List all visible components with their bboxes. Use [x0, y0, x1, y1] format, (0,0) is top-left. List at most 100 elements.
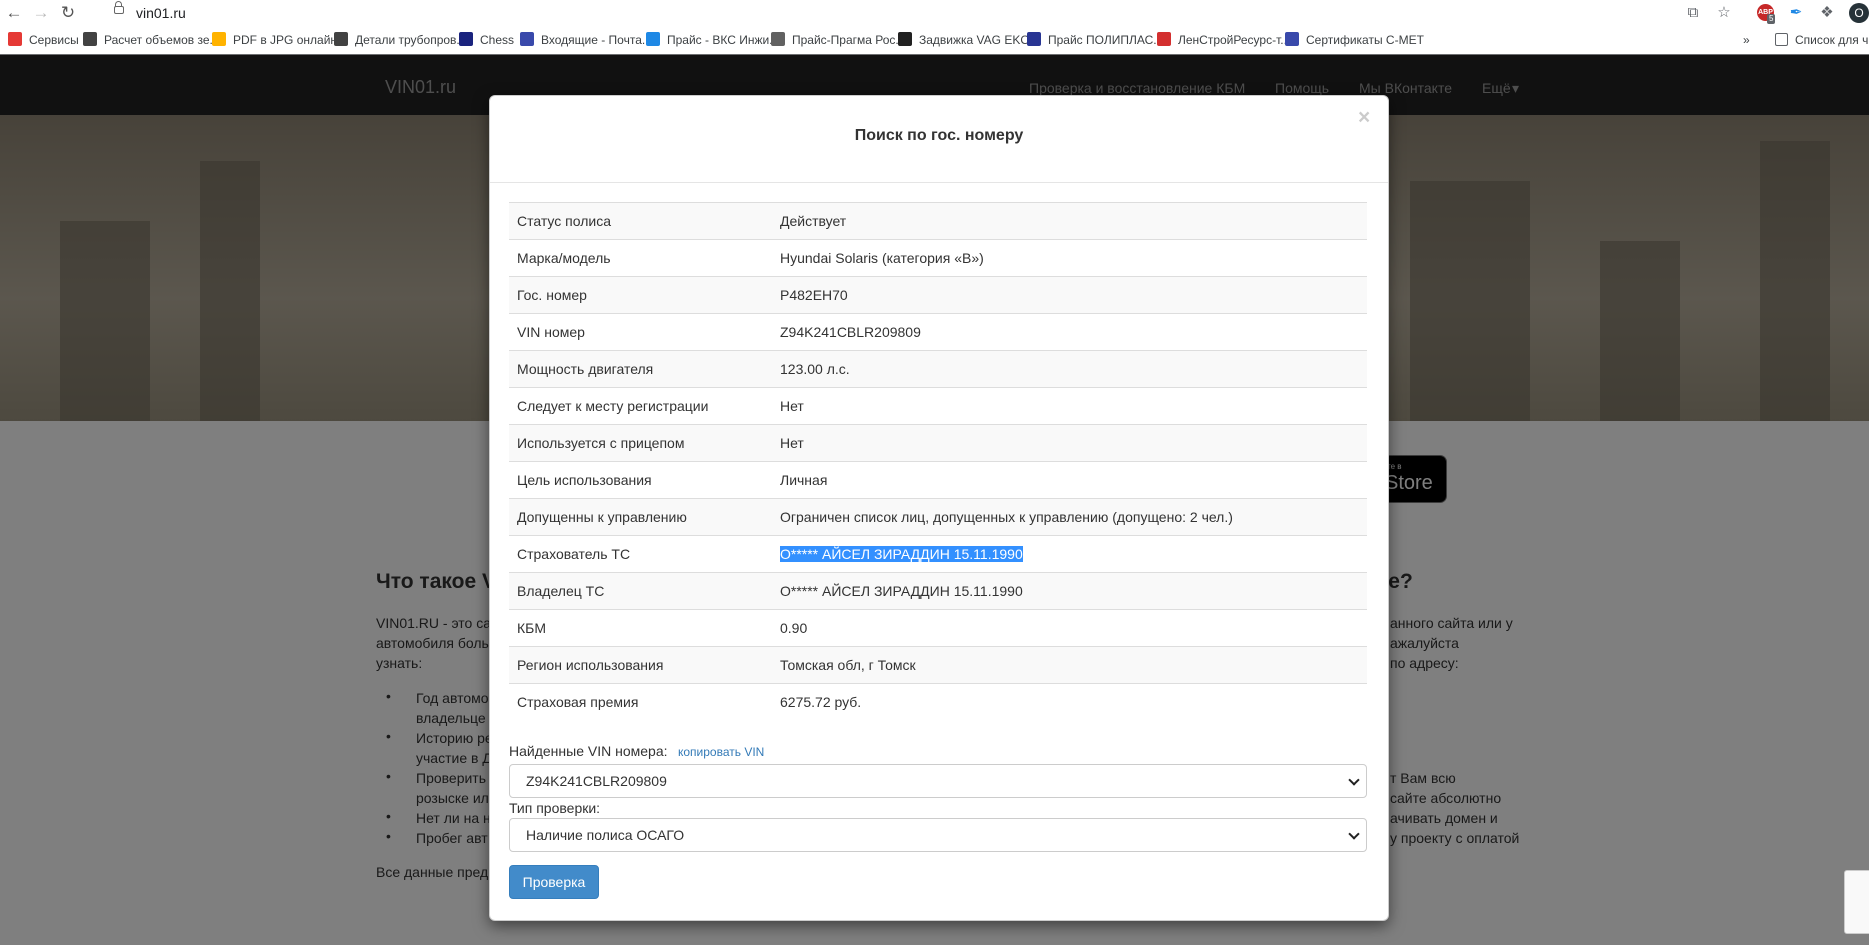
polyplast-icon	[1027, 32, 1041, 46]
bookmark-label: Chess	[480, 33, 515, 47]
row-value-text: 0.90	[780, 620, 808, 636]
bookmark-item[interactable]: Прайс - ВКС Инжи...	[646, 32, 779, 48]
row-value: Ограничен список лиц, допущенных к управ…	[772, 498, 1367, 536]
row-value: Томская обл, г Томск	[772, 646, 1367, 684]
url-bar[interactable]: vin01.ru	[136, 5, 186, 21]
table-row: Статус полиса Действует	[509, 202, 1367, 240]
bookmark-label: Прайс-Прагма Рос...	[792, 33, 906, 47]
back-icon[interactable]: ←	[4, 3, 24, 23]
row-label: Используется с прицепом	[509, 424, 772, 462]
row-value: Нет	[772, 387, 1367, 425]
row-value-text: Действует	[780, 213, 847, 229]
row-label: VIN номер	[509, 313, 772, 351]
bookmark-label: Расчет объемов зе...	[104, 33, 220, 47]
close-icon[interactable]: ×	[1358, 107, 1370, 128]
table-row: Владелец ТС О***** АЙСЕЛ ЗИРАДДИН 15.11.1…	[509, 572, 1367, 610]
row-label: Страхователь ТС	[509, 535, 772, 573]
reading-list-icon	[1775, 33, 1788, 46]
vin-list-label: Найденные VIN номера:	[509, 743, 668, 759]
table-row: Цель использования Личная	[509, 461, 1367, 499]
bookmark-label: Детали трубопров...	[355, 33, 467, 47]
vin-select[interactable]: Z94K241CBLR209809	[509, 764, 1367, 798]
apps-grid-icon	[8, 32, 22, 46]
puzzle-icon[interactable]: ❖	[1817, 3, 1837, 23]
mail-icon	[520, 32, 534, 46]
valve-icon	[898, 32, 912, 46]
row-label: Марка/модель	[509, 239, 772, 277]
pen-icon[interactable]: ✒	[1786, 3, 1806, 23]
star-icon[interactable]: ☆	[1714, 3, 1734, 23]
row-value-text: Нет	[780, 435, 804, 451]
row-label: Следует к месту регистрации	[509, 387, 772, 425]
table-row: Страхователь ТС О***** АЙСЕЛ ЗИРАДДИН 15.…	[509, 535, 1367, 573]
red-circle-icon	[1157, 32, 1171, 46]
bookmark-item[interactable]: Расчет объемов зе...	[83, 32, 220, 48]
bookmark-item[interactable]: ЛенСтройРесурс-т...	[1157, 32, 1290, 48]
row-value: Нет	[772, 424, 1367, 462]
modal-header: Поиск по гос. номеру ×	[490, 96, 1388, 183]
bookmark-item[interactable]: Входящие - Почта...	[520, 32, 652, 48]
row-label: Гос. номер	[509, 276, 772, 314]
adblock-count-badge: 5	[1767, 14, 1776, 24]
bookmark-item[interactable]: Chess	[459, 32, 514, 48]
chevron-down-icon	[1348, 828, 1360, 840]
row-label: Допущенны к управлению	[509, 498, 772, 536]
reading-list-button[interactable]: Список для ч	[1775, 32, 1868, 48]
row-value-text: Р482ЕН70	[780, 287, 848, 303]
table-row: Гос. номер Р482ЕН70	[509, 276, 1367, 314]
recaptcha-badge[interactable]	[1844, 870, 1869, 934]
chess-icon	[459, 32, 473, 46]
bookmark-item[interactable]: PDF в JPG онлайн...	[212, 32, 347, 48]
row-value-text: О***** АЙСЕЛ ЗИРАДДИН 15.11.1990	[780, 583, 1023, 599]
reload-icon[interactable]: ↻	[58, 3, 78, 23]
pdf-icon	[212, 32, 226, 46]
profile-icon[interactable]: О	[1849, 3, 1869, 23]
forward-icon[interactable]: →	[31, 3, 51, 23]
check-button[interactable]: Проверка	[509, 865, 599, 899]
globe-icon	[83, 32, 97, 46]
modal-title: Поиск по гос. номеру	[854, 127, 1024, 144]
row-label: Регион использования	[509, 646, 772, 684]
bookmark-item[interactable]: Сертификаты С-МЕТ	[1285, 32, 1424, 48]
row-value: 0.90	[772, 609, 1367, 647]
row-value: Действует	[772, 202, 1367, 240]
bookmark-item[interactable]: Прайс ПОЛИПЛАС...	[1027, 32, 1163, 48]
bookmarks-overflow-icon[interactable]: »	[1743, 32, 1750, 48]
check-type-select[interactable]: Наличие полиса ОСАГО	[509, 818, 1367, 852]
globe-icon	[334, 32, 348, 46]
check-type-label: Тип проверки:	[509, 800, 601, 816]
bookmark-label: Прайс - ВКС Инжи...	[667, 33, 780, 47]
row-value-text: О***** АЙСЕЛ ЗИРАДДИН 15.11.1990	[780, 546, 1023, 562]
row-value: Hyundai Solaris (категория «B»)	[772, 239, 1367, 277]
bookmark-item[interactable]: Сервисы	[8, 32, 79, 48]
table-row: Страховая премия 6275.72 руб.	[509, 683, 1367, 720]
table-row: Марка/модель Hyundai Solaris (категория «…	[509, 239, 1367, 277]
bookmark-item[interactable]: Прайс-Прагма Рос...	[771, 32, 905, 48]
row-value-text: Нет	[780, 398, 804, 414]
row-value-text: Ограничен список лиц, допущенных к управ…	[780, 509, 1233, 525]
row-value-text: Томская обл, г Томск	[780, 657, 916, 673]
row-value-text: Hyundai Solaris (категория «B»)	[780, 250, 984, 266]
table-row: VIN номер Z94K241CBLR209809	[509, 313, 1367, 351]
row-label: Владелец ТС	[509, 572, 772, 610]
drop-icon	[646, 32, 660, 46]
row-label: Цель использования	[509, 461, 772, 499]
bookmarks-bar: Сервисы Расчет объемов зе... PDF в JPG онл…	[0, 26, 1869, 55]
share-icon[interactable]: ⧉	[1683, 3, 1703, 23]
bookmark-label: Прайс ПОЛИПЛАС...	[1048, 33, 1164, 47]
table-row: Регион использования Томская обл, г Томск	[509, 646, 1367, 684]
table-row: КБМ 0.90	[509, 609, 1367, 647]
row-value: О***** АЙСЕЛ ЗИРАДДИН 15.11.1990	[772, 535, 1367, 573]
row-value: 6275.72 руб.	[772, 683, 1367, 720]
bookmark-label: Сертификаты С-МЕТ	[1306, 33, 1424, 47]
bookmark-item[interactable]: Детали трубопров...	[334, 32, 466, 48]
table-row: Используется с прицепом Нет	[509, 424, 1367, 462]
bookmark-item[interactable]: Задвижка VAG EKO...	[898, 32, 1040, 48]
table-row: Следует к месту регистрации Нет	[509, 387, 1367, 425]
plate-search-modal: Поиск по гос. номеру × Статус полиса Дейс…	[489, 95, 1389, 921]
lock-icon[interactable]	[114, 1, 124, 14]
chevron-down-icon	[1348, 774, 1360, 786]
browser-toolbar: ← → ↻ vin01.ru ⧉ ☆ ABP 5 ✒ ❖ О	[0, 0, 1869, 26]
copy-vin-link[interactable]: копировать VIN	[678, 745, 764, 759]
bookmark-label: Сервисы	[29, 33, 79, 47]
